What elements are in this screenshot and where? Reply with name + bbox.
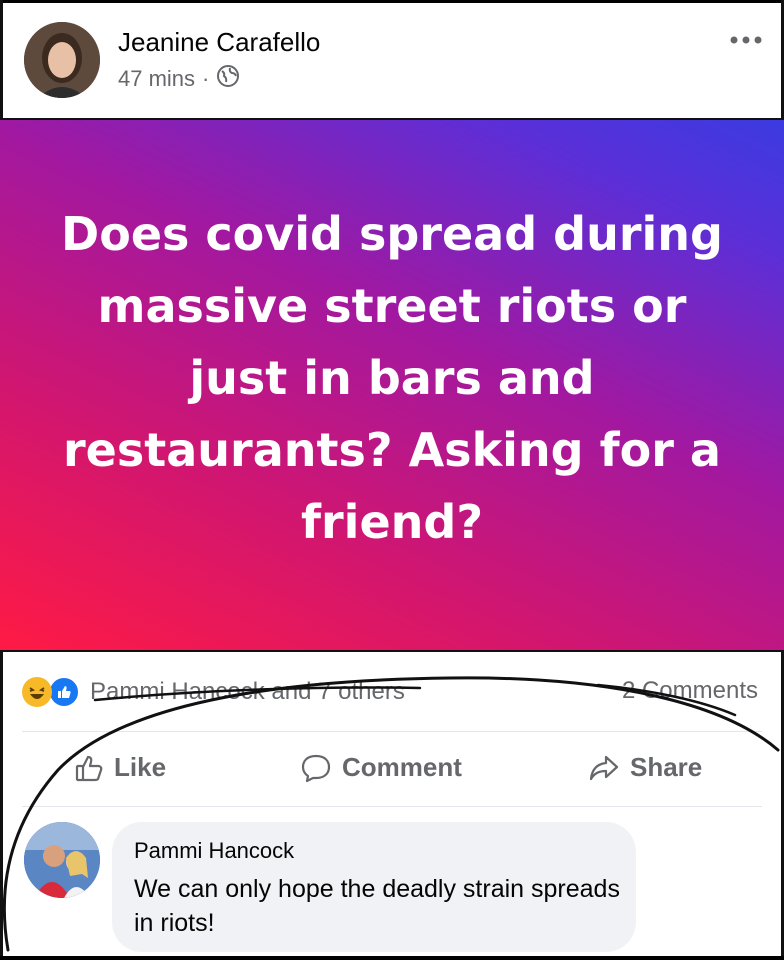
post-meta: 47 mins · bbox=[118, 64, 240, 94]
haha-icon bbox=[22, 677, 52, 707]
comments-count[interactable]: 2 Comments bbox=[622, 677, 758, 705]
comment-text: We can only hope the deadly strain sprea… bbox=[134, 875, 620, 937]
author-avatar[interactable] bbox=[24, 22, 100, 98]
post-text: Does covid spread during massive street … bbox=[61, 207, 723, 549]
speech-bubble-icon bbox=[301, 754, 331, 782]
thumbs-up-icon bbox=[75, 755, 103, 781]
reactors-text[interactable]: Pammi Hancock and 7 others bbox=[90, 678, 405, 706]
commenter-avatar[interactable] bbox=[24, 822, 100, 898]
frame-top-border bbox=[0, 0, 784, 3]
divider bbox=[22, 731, 762, 732]
post-time[interactable]: 47 mins bbox=[118, 66, 195, 92]
share-arrow-icon bbox=[589, 755, 619, 780]
share-label: Share bbox=[630, 752, 703, 782]
globe-icon bbox=[216, 64, 240, 94]
comment-author-name[interactable]: Pammi Hancock bbox=[134, 838, 294, 864]
status-background: Does covid spread during massive street … bbox=[0, 118, 784, 652]
meta-separator: · bbox=[202, 66, 210, 91]
like-label: Like bbox=[114, 752, 167, 782]
more-options-icon[interactable] bbox=[726, 28, 766, 52]
comment-bubble: Pammi Hancock We can only hope the deadl… bbox=[112, 822, 636, 952]
comment-button[interactable]: Comment bbox=[300, 752, 462, 783]
reaction-summary[interactable]: Pammi Hancock and 7 others bbox=[22, 676, 405, 708]
divider bbox=[22, 806, 762, 807]
post-author-name[interactable]: Jeanine Carafello bbox=[118, 27, 320, 58]
frame-bottom-border bbox=[0, 956, 784, 960]
like-button[interactable]: Like bbox=[74, 752, 166, 783]
comment-label: Comment bbox=[342, 752, 462, 782]
share-button[interactable]: Share bbox=[588, 752, 702, 783]
like-icon bbox=[48, 676, 80, 708]
